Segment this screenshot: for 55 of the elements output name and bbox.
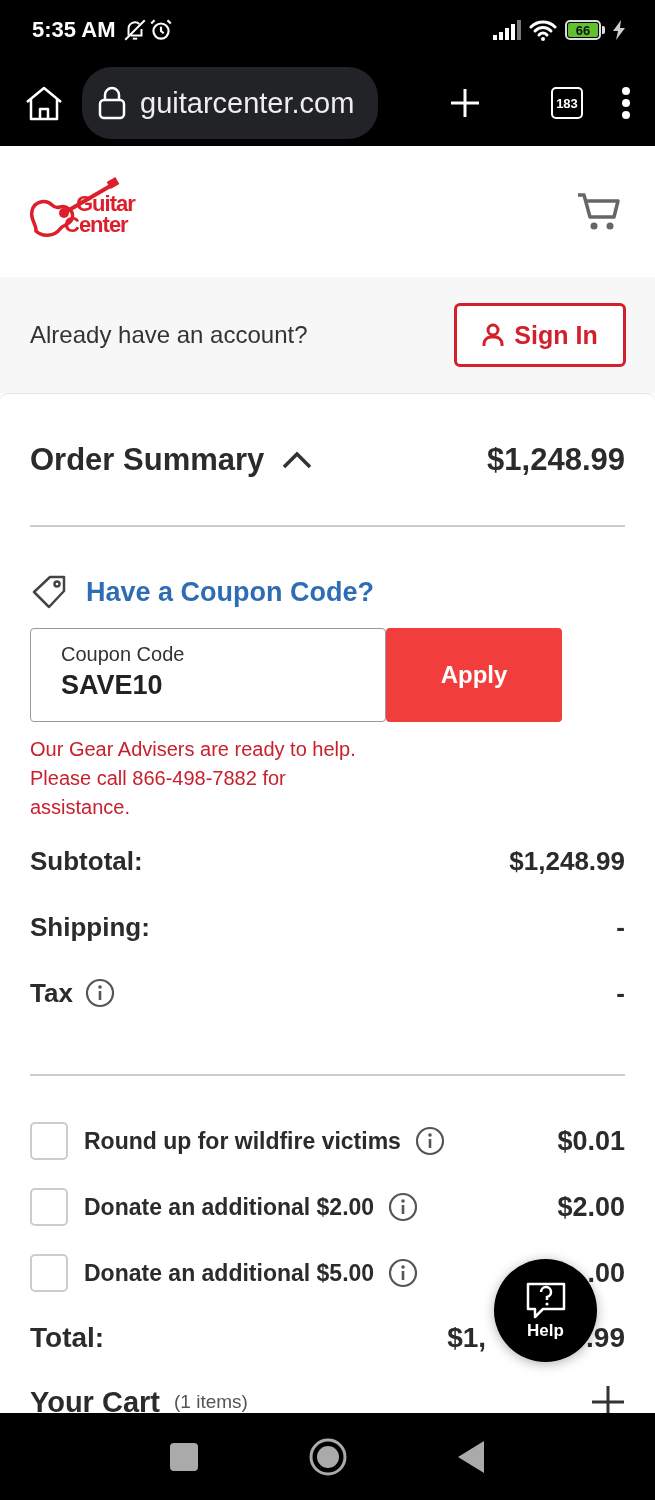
summary-amount: $1,248.99 <box>487 441 625 478</box>
donation-amount: $2.00 <box>557 1191 625 1223</box>
url-text: guitarcenter.com <box>140 86 355 120</box>
person-icon <box>482 323 505 347</box>
status-time: 5:35 AM <box>32 17 116 43</box>
donation-label: Donate an additional $5.00 <box>84 1259 375 1287</box>
home-circle-icon[interactable] <box>307 1436 348 1477</box>
line-label: Subtotal: <box>30 845 143 877</box>
item-count: (1 items) <box>174 1391 248 1413</box>
donation-label: Donate an additional $2.00 <box>84 1193 375 1221</box>
info-icon[interactable] <box>84 978 115 1008</box>
back-icon[interactable] <box>457 1440 486 1473</box>
sign-in-button[interactable]: Sign In <box>454 303 626 367</box>
battery-level: 66 <box>568 23 598 37</box>
section-title: Order Summary <box>30 441 265 478</box>
checkbox[interactable] <box>30 1122 68 1160</box>
total-label: Total: <box>30 1322 105 1354</box>
help-message: Our Gear Advisers are ready to help. Please call 866-498-7882 for assistance. <box>30 737 357 820</box>
apply-button[interactable]: Apply <box>386 628 562 722</box>
info-icon[interactable] <box>414 1126 445 1156</box>
line-label: Tax <box>30 977 73 1009</box>
tab-count[interactable]: 183 <box>551 87 583 119</box>
square-icon[interactable] <box>169 1442 198 1471</box>
info-icon[interactable] <box>388 1192 419 1222</box>
plus-icon[interactable] <box>591 1385 625 1413</box>
address-bar[interactable]: guitarcenter.com <box>82 67 378 139</box>
home-icon[interactable] <box>24 85 64 121</box>
lock-icon <box>98 86 126 120</box>
field-label: Coupon Code <box>61 643 186 666</box>
logo-text: Center <box>64 213 130 235</box>
line-label: Shipping: <box>30 911 150 943</box>
tag-icon <box>30 574 68 610</box>
line-value: - <box>616 977 625 1009</box>
coupon-link[interactable]: Have a Coupon Code? <box>86 576 375 608</box>
donation-label: Round up for wildfire victims <box>84 1127 401 1155</box>
wifi-icon <box>529 19 557 41</box>
line-value: - <box>616 911 625 943</box>
logo-text: Guitar <box>76 192 135 214</box>
info-icon[interactable] <box>388 1258 419 1288</box>
new-tab-icon[interactable] <box>448 87 481 119</box>
line-value: $1,248.99 <box>509 845 625 877</box>
checkbox[interactable] <box>30 1188 68 1226</box>
coupon-field[interactable]: Coupon Code SAVE10 <box>30 628 386 722</box>
checkbox[interactable] <box>30 1254 68 1292</box>
total-value: $1, <box>447 1322 487 1354</box>
menu-icon[interactable] <box>621 87 631 119</box>
signal-icon <box>493 20 521 40</box>
question-bubble-icon <box>524 1280 567 1319</box>
donation-amount: $0.01 <box>557 1125 625 1157</box>
input-field[interactable]: SAVE10 <box>61 670 341 701</box>
account-prompt: Already have an account? <box>30 321 308 349</box>
logo[interactable]: Guitar Center <box>28 176 158 247</box>
cart-title: Your Cart <box>30 1385 160 1413</box>
chevron-up-icon[interactable] <box>282 450 313 469</box>
charging-bolt-icon <box>613 20 625 40</box>
